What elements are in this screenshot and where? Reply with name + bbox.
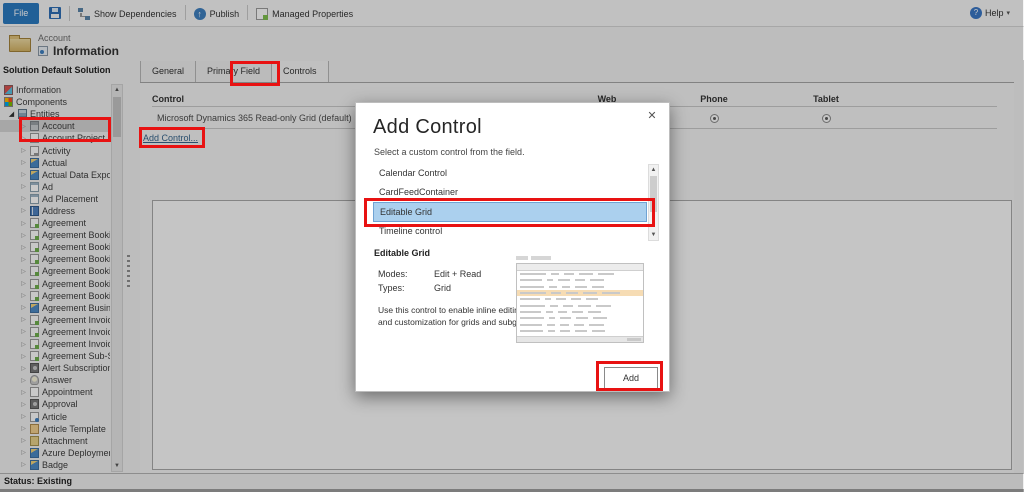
editable-grid-preview (516, 256, 644, 350)
scroll-down-icon[interactable]: ▼ (649, 232, 658, 238)
scroll-up-icon[interactable]: ▲ (649, 167, 658, 173)
modes-value: Edit + Read (434, 269, 481, 279)
option-calendar-control[interactable]: Calendar Control (373, 164, 647, 183)
option-editable-grid[interactable]: Editable Grid (373, 202, 647, 221)
control-description: Use this control to enable inline editin… (378, 304, 538, 328)
scroll-thumb[interactable] (650, 176, 657, 212)
types-label: Types: (378, 283, 405, 293)
control-detail-title: Editable Grid (374, 248, 430, 258)
dialog-subtitle: Select a custom control from the field. (374, 147, 525, 157)
control-list: Calendar ControlCardFeedContainerEditabl… (373, 164, 659, 241)
types-value: Grid (434, 283, 451, 293)
app-window: File Show DependenciesPublishManaged Pro… (0, 0, 1024, 492)
modes-label: Modes: (378, 269, 408, 279)
dialog-title: Add Control (373, 116, 482, 139)
list-scrollbar[interactable]: ▲ ▼ (648, 164, 659, 241)
close-icon[interactable] (645, 109, 659, 123)
option-timeline-control[interactable]: Timeline control (373, 222, 647, 241)
option-cardfeedcontainer[interactable]: CardFeedContainer (373, 183, 647, 202)
add-control-dialog: Add Control Select a custom control from… (355, 102, 670, 392)
add-button[interactable]: Add (604, 367, 658, 389)
